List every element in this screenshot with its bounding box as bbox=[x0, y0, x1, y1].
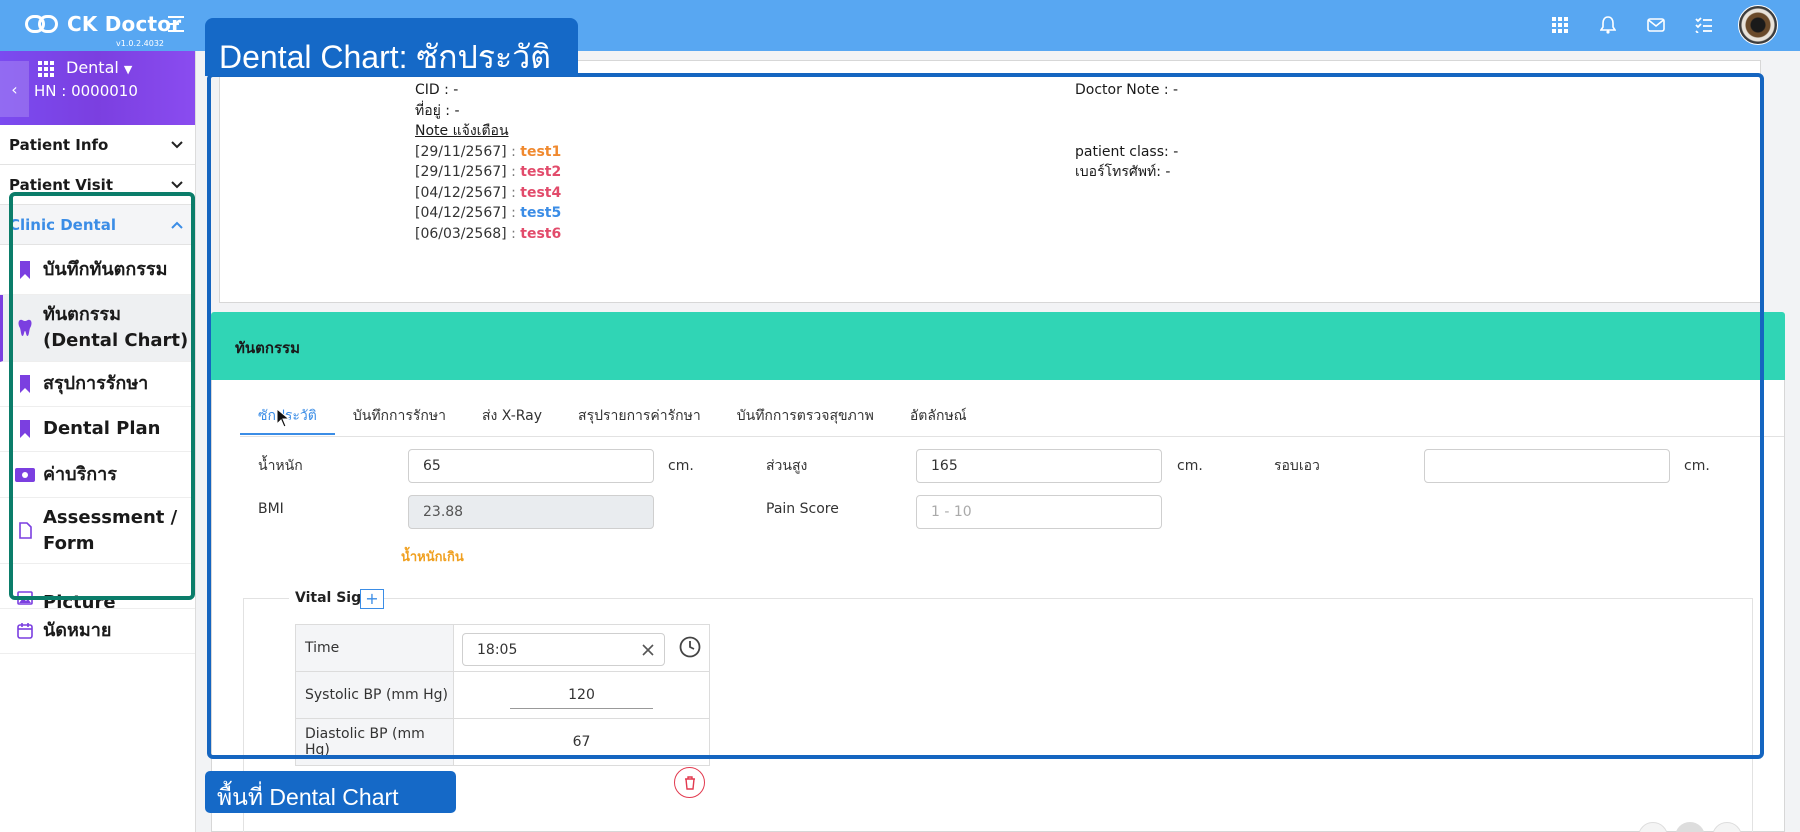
mouse-cursor-icon bbox=[276, 408, 291, 428]
department-select[interactable]: Dental ▼ bbox=[66, 58, 132, 77]
back-chevron-icon[interactable]: ‹ bbox=[0, 61, 29, 117]
trash-icon bbox=[684, 775, 695, 790]
annotation-area-label: พื้นที่ Dental Chart bbox=[205, 771, 456, 813]
delete-vital-button[interactable] bbox=[674, 767, 705, 798]
apps-grid-icon[interactable] bbox=[1549, 14, 1571, 36]
sidebar-section-patient-info[interactable]: Patient Info bbox=[0, 125, 195, 165]
caret-down-icon: ▼ bbox=[123, 63, 133, 76]
mail-icon[interactable] bbox=[1645, 14, 1667, 36]
bell-icon[interactable] bbox=[1597, 14, 1619, 36]
app-logo[interactable]: CK Doctor bbox=[25, 12, 181, 36]
logo-icon bbox=[25, 13, 61, 35]
app-name: CK Doctor bbox=[67, 12, 182, 36]
app-version: v1.0.2.4032 bbox=[116, 39, 164, 48]
user-avatar[interactable] bbox=[1738, 5, 1778, 45]
sidebar-item-appointment[interactable]: นัดหมาย bbox=[0, 609, 195, 654]
annotation-title: Dental Chart: ซักประวัติ bbox=[205, 18, 578, 76]
checklist-icon[interactable] bbox=[1693, 14, 1715, 36]
chevron-down-icon bbox=[171, 180, 183, 188]
chevron-down-icon bbox=[171, 140, 183, 148]
dept-grid-icon bbox=[38, 61, 54, 77]
clinic-dental-highlight bbox=[9, 192, 195, 600]
hospital-number: HN : 0000010 bbox=[34, 82, 138, 100]
menu-toggle-icon[interactable] bbox=[168, 16, 188, 32]
calendar-icon bbox=[15, 623, 35, 639]
dental-chart-area-highlight bbox=[207, 73, 1764, 759]
patient-context-header: ‹ Dental ▼ HN : 0000010 bbox=[0, 51, 195, 125]
